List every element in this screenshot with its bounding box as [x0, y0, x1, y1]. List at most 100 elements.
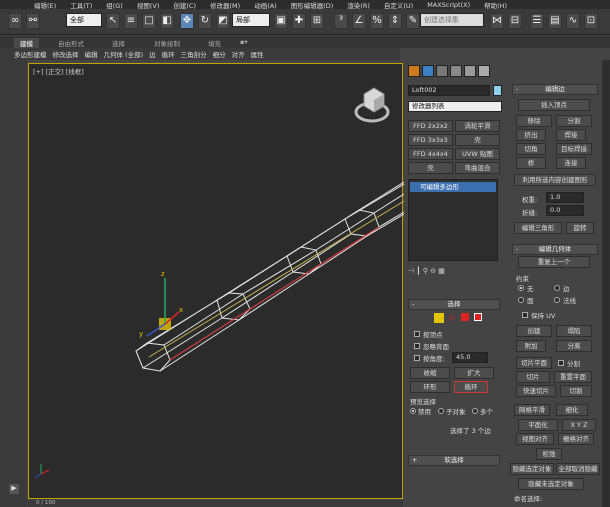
stack-item-editable-poly[interactable]: 可编辑多边形	[410, 182, 496, 192]
utilities-tab-icon[interactable]	[478, 65, 490, 77]
create-tab-icon[interactable]	[408, 65, 420, 77]
target-weld-button[interactable]: 目标焊接	[556, 143, 592, 155]
remove-button[interactable]: 移除	[516, 115, 552, 127]
pivot-icon[interactable]: ▣	[274, 13, 288, 29]
collapse-button[interactable]: 塌陷	[556, 325, 592, 337]
split-button[interactable]: 分割	[556, 115, 592, 127]
angle-value-field[interactable]: 45.0	[452, 352, 488, 363]
ribbon-panel-1[interactable]: 修改选择	[53, 49, 79, 59]
reference-coord-select[interactable]: 局部	[232, 13, 270, 27]
preview-multi-radio[interactable]	[472, 408, 478, 414]
ribbon-panel-0[interactable]: 多边形建模	[14, 49, 47, 59]
mod-shell-button[interactable]: 壳	[455, 134, 500, 146]
rect-selection-icon[interactable]: □	[142, 13, 156, 29]
ribbon-panel-4[interactable]: 边	[149, 49, 156, 59]
mod-shell2-button[interactable]: 壳	[408, 162, 453, 174]
select-scale-icon[interactable]: ◩	[216, 13, 230, 29]
connect-button[interactable]: 连接	[556, 157, 586, 169]
cut-button[interactable]: 切割	[560, 385, 592, 397]
select-manipulate-icon[interactable]: ✚	[292, 13, 306, 29]
ribbon-panel-2[interactable]: 编辑	[85, 49, 98, 59]
detach-button[interactable]: 分离	[556, 340, 592, 352]
menu-item-10[interactable]: MAXScript(X)	[427, 1, 470, 9]
layer-manager-icon[interactable]: ☰	[530, 13, 544, 29]
ribbon-panel-8[interactable]: 对齐	[232, 49, 245, 59]
link-icon[interactable]: ∞	[8, 13, 22, 29]
preview-subobj-radio[interactable]	[438, 408, 444, 414]
relax-button[interactable]: 松弛	[536, 448, 562, 460]
ribbon-panel-9[interactable]: 属性	[251, 49, 264, 59]
modifier-list-select[interactable]: 修改器列表	[408, 101, 502, 112]
mod-ffd2-button[interactable]: FFD 2x2x2	[408, 120, 453, 132]
crease-field[interactable]: 0.0	[546, 205, 584, 216]
create-button[interactable]: 创建	[516, 325, 552, 337]
slice-button[interactable]: 切片	[516, 371, 550, 383]
tab-freeform[interactable]: 自由形式	[58, 38, 84, 48]
select-move-icon[interactable]: ✥	[180, 13, 194, 29]
graphite-toggle-icon[interactable]: ▤	[548, 13, 562, 29]
bridge-button[interactable]: 桥	[516, 157, 546, 169]
tab-object-paint[interactable]: 对象绘制	[154, 38, 180, 48]
curve-editor-icon[interactable]: ∿	[566, 13, 580, 29]
edit-edges-rollout[interactable]: - 编辑边	[512, 84, 598, 95]
mirror-icon[interactable]: ⋈	[490, 13, 504, 29]
percent-snap-icon[interactable]: %	[370, 13, 384, 29]
grow-button[interactable]: 扩大	[454, 367, 494, 379]
select-object-icon[interactable]: ↖	[106, 13, 120, 29]
split-checkbox[interactable]	[558, 360, 564, 366]
poly-mode-icon[interactable]	[474, 313, 482, 321]
create-shape-button[interactable]: 利用所选内容创建图形	[514, 174, 596, 186]
tab-populate[interactable]: 填充	[208, 38, 221, 48]
ribbon-panel-3[interactable]: 几何体 (全部)	[104, 49, 144, 59]
spinner-snap-icon[interactable]: ⇕	[388, 13, 402, 29]
edit-named-sel-icon[interactable]: ✎	[406, 13, 420, 29]
view-align-button[interactable]: 视图对齐	[516, 433, 554, 445]
snaps-toggle-icon[interactable]: ³	[334, 13, 348, 29]
weight-field[interactable]: 1.0	[546, 192, 584, 203]
select-rotate-icon[interactable]: ↻	[198, 13, 212, 29]
loop-button[interactable]: 循环	[454, 381, 488, 393]
mod-ffd3-button[interactable]: FFD 3x3x3	[408, 134, 453, 146]
keyboard-shortcut-icon[interactable]: ⊞	[310, 13, 324, 29]
hide-unselected-button[interactable]: 隐藏未选定对象	[518, 478, 584, 490]
panel-scrollbar[interactable]	[602, 60, 610, 507]
planarize-button[interactable]: 平面化	[518, 419, 558, 431]
hierarchy-tab-icon[interactable]	[436, 65, 448, 77]
insert-vertex-button[interactable]: 插入顶点	[518, 99, 590, 111]
reset-plane-button[interactable]: 重置平面	[554, 371, 592, 383]
display-tab-icon[interactable]	[464, 65, 476, 77]
mod-bend-button[interactable]: 弯曲混合	[455, 162, 500, 174]
ribbon-panel-7[interactable]: 细分	[213, 49, 226, 59]
modify-tab-icon[interactable]	[422, 65, 434, 77]
grid-align-button[interactable]: 栅格对齐	[558, 433, 594, 445]
meshsmooth-button[interactable]: 网格平滑	[514, 404, 550, 416]
unlink-icon[interactable]: ⚯	[26, 13, 40, 29]
ignore-backfacing-checkbox[interactable]	[414, 343, 420, 349]
chamfer-button[interactable]: 切角	[516, 143, 546, 155]
weld-button[interactable]: 焊接	[556, 129, 586, 141]
attach-button[interactable]: 附加	[516, 340, 546, 352]
object-color-swatch[interactable]	[493, 85, 502, 96]
mod-ffd4-button[interactable]: FFD 4x4x4	[408, 148, 453, 160]
hide-selected-button[interactable]: 隐藏选定对象	[510, 463, 554, 475]
tab-modeling[interactable]: 建模	[14, 38, 39, 48]
preview-disabled-radio[interactable]	[410, 408, 416, 414]
selection-filter-select[interactable]: 全部	[66, 13, 102, 27]
extrude-button[interactable]: 挤出	[516, 129, 546, 141]
soft-selection-rollout[interactable]: + 软选择	[408, 455, 500, 466]
named-selection-set-input[interactable]: 创建选择集	[420, 13, 484, 27]
tessellate-button[interactable]: 细化	[556, 404, 588, 416]
play-icon[interactable]: ▶	[9, 484, 19, 494]
by-angle-checkbox[interactable]	[414, 355, 420, 361]
unhide-all-button[interactable]: 全部取消隐藏	[556, 463, 600, 475]
xyz-buttons[interactable]: X Y Z	[562, 419, 596, 431]
border-mode-icon[interactable]	[461, 313, 469, 321]
object-name-field[interactable]: Loft002	[408, 85, 490, 96]
ribbon-panel-5[interactable]: 循环	[162, 49, 175, 59]
stack-tools-icons[interactable]: ⊣ ┃ ⚲ ⊖ ▦	[408, 267, 500, 277]
timeline-slider[interactable]: 0 / 100	[28, 500, 403, 507]
ribbon-options-icon[interactable]: ▪▾	[240, 38, 248, 46]
shrink-button[interactable]: 收缩	[410, 367, 450, 379]
angle-snap-icon[interactable]: ∠	[352, 13, 366, 29]
slice-plane-button[interactable]: 切片平面	[516, 357, 552, 369]
